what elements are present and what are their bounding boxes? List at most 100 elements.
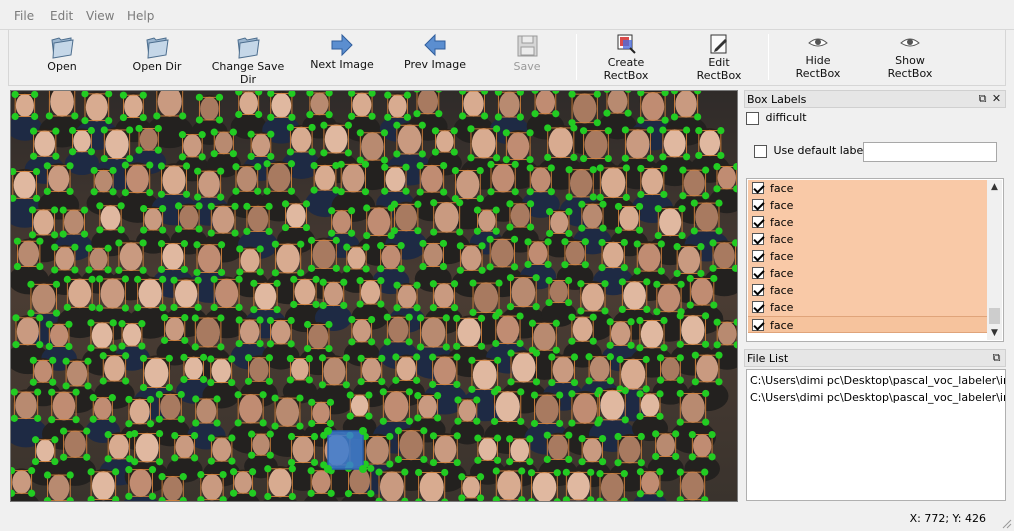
create-rectbox-button[interactable]: Create RectBox — [601, 32, 651, 84]
scroll-up-icon[interactable]: ▲ — [987, 180, 1002, 194]
prev-image-button[interactable]: Prev Image — [404, 32, 466, 84]
box-corner-handle — [690, 227, 698, 235]
box-corner-handle — [577, 280, 585, 288]
image-canvas[interactable] — [10, 90, 738, 502]
box-corner-handle — [439, 239, 448, 248]
edit-rectbox-button[interactable]: Edit RectBox — [694, 32, 744, 84]
box-corner-handle — [125, 466, 133, 474]
label-list-scrollbar[interactable]: ▲ ▼ — [987, 180, 1002, 340]
box-corner-handle — [682, 126, 691, 134]
person-face — [312, 239, 336, 270]
open-button[interactable]: Open — [37, 32, 87, 84]
label-visible-checkbox[interactable] — [752, 267, 764, 279]
label-list-item[interactable]: face — [748, 214, 987, 231]
float-icon[interactable]: ⧉ — [990, 351, 1003, 364]
box-corner-handle — [36, 314, 44, 322]
box-corner-handle — [66, 187, 74, 196]
label-visible-checkbox[interactable] — [752, 250, 764, 262]
label-list-item[interactable]: face — [748, 180, 987, 197]
label-list-item[interactable]: face — [748, 265, 987, 282]
box-corner-handle — [476, 473, 485, 481]
menu-help[interactable]: Help — [127, 9, 154, 23]
menu-file[interactable]: File — [14, 9, 34, 23]
save-button[interactable]: Save — [507, 32, 547, 84]
box-corner-handle — [125, 420, 133, 428]
label-list-item[interactable]: face — [748, 197, 987, 214]
label-visible-checkbox[interactable] — [752, 284, 764, 296]
label-visible-checkbox[interactable] — [752, 233, 764, 245]
box-corner-handle — [660, 344, 668, 352]
box-corner-handle — [715, 351, 723, 359]
file-list-item[interactable]: C:\Users\dimi pc\Desktop\pascal_voc_labe… — [750, 374, 1005, 387]
label-list[interactable]: face face face face face face face face face ▲ ▼ — [746, 178, 1004, 342]
label-visible-checkbox[interactable] — [752, 319, 764, 331]
box-corner-handle — [603, 109, 611, 117]
menu-view[interactable]: View — [86, 9, 114, 23]
label-list-item[interactable]: face — [748, 248, 987, 265]
label-visible-checkbox[interactable] — [752, 216, 764, 228]
person-face — [581, 282, 605, 312]
float-icon[interactable]: ⧉ — [976, 92, 989, 105]
show-rectbox-button[interactable]: Show RectBox — [885, 32, 935, 84]
box-corner-handle — [516, 339, 524, 348]
box-corner-handle — [691, 351, 699, 359]
close-icon[interactable]: ✕ — [990, 92, 1003, 105]
box-corner-handle — [157, 240, 166, 248]
hide-rectbox-button[interactable]: Hide RectBox — [793, 32, 843, 84]
label-list-item[interactable]: face — [748, 316, 987, 333]
box-corner-handle — [36, 341, 44, 349]
box-corner-handle — [429, 432, 438, 440]
label-text: face — [770, 199, 794, 212]
box-corner-handle — [326, 419, 335, 428]
label-visible-checkbox[interactable] — [752, 301, 764, 313]
box-corner-handle — [486, 263, 494, 271]
label-visible-checkbox[interactable] — [752, 182, 764, 194]
menu-edit[interactable]: Edit — [50, 9, 73, 23]
person-face — [196, 317, 220, 348]
label-list-item[interactable]: face — [748, 299, 987, 316]
box-corner-handle — [125, 395, 133, 404]
person-face — [681, 471, 704, 501]
box-corner-handle — [346, 412, 354, 420]
person-face — [462, 476, 480, 499]
box-corner-handle — [580, 154, 588, 163]
open-dir-button[interactable]: Open Dir — [127, 32, 187, 84]
box-corner-handle — [43, 471, 52, 479]
change-save-dir-button[interactable]: Change Save Dir — [204, 32, 292, 86]
box-corner-handle — [265, 227, 273, 236]
label-visible-checkbox[interactable] — [752, 199, 764, 211]
box-corner-handle — [287, 340, 295, 348]
person-face — [55, 246, 75, 271]
box-corner-handle — [702, 418, 710, 426]
box-corner-handle — [155, 429, 164, 438]
scroll-thumb[interactable] — [989, 308, 1000, 324]
box-corner-handle — [71, 243, 79, 251]
file-list[interactable]: C:\Users\dimi pc\Desktop\pascal_voc_labe… — [746, 369, 1006, 501]
selected-bounding-box[interactable] — [324, 427, 367, 473]
person-face — [236, 166, 257, 192]
label-list-item[interactable]: face — [748, 282, 987, 299]
box-corner-handle — [139, 113, 147, 122]
difficult-checkbox[interactable] — [746, 111, 759, 125]
scroll-down-icon[interactable]: ▼ — [987, 326, 1002, 340]
box-corner-handle — [578, 224, 586, 232]
file-list-item[interactable]: C:\Users\dimi pc\Desktop\pascal_voc_labe… — [750, 391, 1005, 404]
person-face — [478, 437, 497, 461]
box-corner-handle — [125, 492, 133, 500]
box-corner-handle — [562, 468, 570, 476]
person-face — [367, 207, 391, 237]
default-label-input[interactable] — [863, 142, 997, 162]
box-corner-handle — [378, 354, 386, 362]
use-default-label-checkbox[interactable] — [754, 144, 767, 158]
file-list-dock-title: File List ⧉ — [744, 349, 1006, 367]
resize-grip-icon[interactable] — [1000, 517, 1012, 529]
box-corner-handle — [287, 316, 295, 325]
box-corner-handle — [357, 377, 365, 386]
label-list-item[interactable]: face — [748, 231, 987, 248]
box-corner-handle — [31, 436, 40, 444]
box-corner-handle — [656, 390, 664, 398]
crowd-photo — [11, 91, 737, 501]
person-face — [276, 243, 300, 274]
next-image-button[interactable]: Next Image — [310, 32, 374, 84]
box-corner-handle — [190, 454, 199, 462]
